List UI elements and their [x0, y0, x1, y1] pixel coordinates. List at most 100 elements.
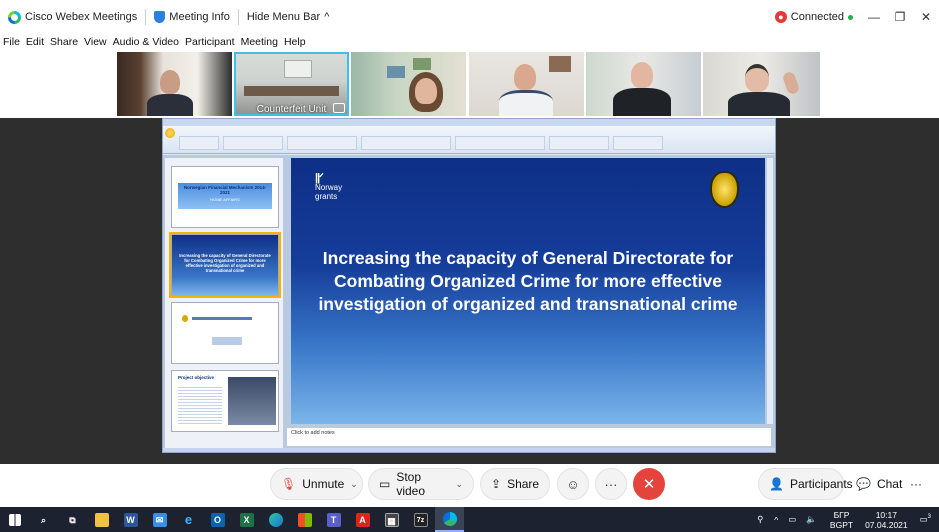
- slide-thumbnail-4[interactable]: Project objective: [171, 370, 279, 432]
- share-label: Share: [507, 477, 540, 491]
- wall-picture: [387, 66, 405, 78]
- start-button[interactable]: [0, 507, 29, 532]
- webex-icon: [442, 511, 457, 526]
- reactions-button[interactable]: ☺: [557, 468, 589, 500]
- participant-body: [147, 94, 193, 116]
- task-view-icon: ⧉: [69, 514, 76, 525]
- task-view-button[interactable]: ⧉: [58, 507, 87, 532]
- end-meeting-button[interactable]: ✕: [633, 468, 665, 500]
- taskbar-store[interactable]: [290, 507, 319, 532]
- ppt-title-bar: [163, 119, 775, 126]
- person-icon: 👤: [769, 477, 784, 491]
- people-icon[interactable]: ⚲: [757, 514, 763, 525]
- edge-icon: [268, 512, 283, 527]
- share-icon: ⇪: [491, 477, 502, 491]
- chevron-down-icon[interactable]: ⌄: [455, 479, 463, 490]
- slide-title: Increasing the capacity of General Direc…: [318, 248, 738, 314]
- norway-logo-icon: ||ᐟ: [315, 172, 324, 184]
- chat-button[interactable]: 💬 Chat: [846, 468, 902, 500]
- taskbar-mail[interactable]: ✉: [145, 507, 174, 532]
- menu-participant[interactable]: Participant: [182, 36, 238, 48]
- ribbon-group: [455, 136, 545, 150]
- current-slide[interactable]: ||ᐟ Norway grants Increasing the capacit…: [291, 158, 765, 424]
- notification-center-icon[interactable]: ▭3: [920, 514, 931, 525]
- participant-video-active[interactable]: Counterfeit Unit: [234, 52, 349, 116]
- language-line2: BGPT: [829, 519, 854, 530]
- menu-edit[interactable]: Edit: [23, 36, 47, 48]
- slide-scrollbar[interactable]: [767, 158, 773, 424]
- norway-grants-logo: ||ᐟ Norway grants: [315, 172, 342, 202]
- ribbon-group: [613, 136, 663, 150]
- chevron-down-icon[interactable]: ⌄: [350, 479, 358, 490]
- menu-view[interactable]: View: [81, 36, 110, 48]
- menu-audio-video[interactable]: Audio & Video: [110, 36, 182, 48]
- taskbar-word[interactable]: W: [116, 507, 145, 532]
- clock[interactable]: 10:17 07.04.2021: [865, 510, 908, 530]
- taskbar-file-explorer[interactable]: [87, 507, 116, 532]
- taskbar-edge[interactable]: [261, 507, 290, 532]
- calculator-icon: ▦: [384, 512, 399, 527]
- taskbar-webex[interactable]: [435, 507, 464, 532]
- webex-logo-icon: [8, 10, 21, 24]
- slide-thumbnail-2[interactable]: Increasing the capacity of General Direc…: [169, 232, 281, 298]
- search-button[interactable]: ⌕: [29, 507, 58, 532]
- store-icon: [297, 512, 312, 527]
- close-icon: ✕: [642, 476, 656, 493]
- meeting-info-button[interactable]: Meeting Info: [146, 6, 238, 28]
- ribbon-group: [549, 136, 609, 150]
- restore-button[interactable]: ❐: [887, 6, 913, 28]
- ie-icon: e: [184, 511, 193, 527]
- show-hidden-icons-icon[interactable]: ^: [774, 515, 778, 525]
- slide-thumbnail-1[interactable]: Norwegian Financial Mechanism 2014-2021 …: [171, 166, 279, 228]
- participant-video[interactable]: [586, 52, 701, 116]
- slide-thumbnails-panel: Norwegian Financial Mechanism 2014-2021 …: [165, 158, 283, 448]
- taskbar-calculator[interactable]: ▦: [377, 507, 406, 532]
- slide-thumbnail-subtitle: HOME AFFAIRS: [210, 197, 240, 202]
- taskbar-excel[interactable]: X: [232, 507, 261, 532]
- network-icon[interactable]: ▭: [788, 514, 796, 525]
- minimize-button[interactable]: —: [861, 6, 887, 28]
- stop-video-button[interactable]: ▭ Stop video ⌄: [368, 468, 474, 500]
- taskbar-internet-explorer[interactable]: e: [174, 507, 203, 532]
- participant-head: [160, 70, 180, 94]
- participant-video[interactable]: [117, 52, 232, 116]
- excel-icon: X: [239, 512, 254, 527]
- slide-notes-field[interactable]: Click to add notes: [287, 428, 771, 446]
- menu-file[interactable]: File: [0, 36, 23, 48]
- panel-more-button[interactable]: ···: [900, 468, 934, 500]
- slide-thumbnail-title: Increasing the capacity of General Direc…: [179, 253, 271, 273]
- volume-icon[interactable]: 🔈: [806, 514, 817, 525]
- participants-button[interactable]: 👤 Participants: [758, 468, 853, 500]
- unmute-button[interactable]: 🎙 Unmute ⌄: [270, 468, 363, 500]
- slide-thumbnail-3[interactable]: [171, 302, 279, 364]
- teams-icon: T: [326, 512, 341, 527]
- taskbar-acrobat[interactable]: A: [348, 507, 377, 532]
- ppt-ribbon: [163, 126, 775, 154]
- unmute-label: Unmute: [302, 477, 345, 491]
- smiley-icon: ☺: [566, 476, 580, 492]
- menu-share[interactable]: Share: [47, 36, 81, 48]
- participant-video[interactable]: [351, 52, 466, 116]
- ppt-workspace: Norwegian Financial Mechanism 2014-2021 …: [163, 155, 775, 452]
- video-camera-icon: ▭: [379, 477, 391, 491]
- language-indicator[interactable]: БГР BGPT: [830, 510, 853, 530]
- taskbar-outlook[interactable]: O: [203, 507, 232, 532]
- close-button[interactable]: ✕: [913, 6, 939, 28]
- more-icon: ···: [604, 476, 618, 492]
- menu-meeting[interactable]: Meeting: [238, 36, 281, 48]
- wall-screen: [284, 60, 312, 78]
- taskbar-teams[interactable]: T: [319, 507, 348, 532]
- share-button[interactable]: ⇪ Share: [480, 468, 550, 500]
- slide-thumbnail-title: Norwegian Financial Mechanism 2014-2021: [183, 185, 267, 195]
- language-line1: БГР: [833, 509, 850, 520]
- connection-status[interactable]: ● Connected: [767, 6, 861, 28]
- app-title: Cisco Webex Meetings: [0, 6, 145, 28]
- more-options-button[interactable]: ···: [595, 468, 627, 500]
- participant-video[interactable]: [703, 52, 820, 116]
- hide-menu-bar-button[interactable]: Hide Menu Bar ^: [239, 6, 338, 28]
- folder-icon: [94, 512, 109, 527]
- hide-menu-label: Hide Menu Bar: [246, 11, 321, 23]
- taskbar-7zip[interactable]: 7z: [406, 507, 435, 532]
- participant-video[interactable]: [469, 52, 584, 116]
- menu-help[interactable]: Help: [281, 36, 309, 48]
